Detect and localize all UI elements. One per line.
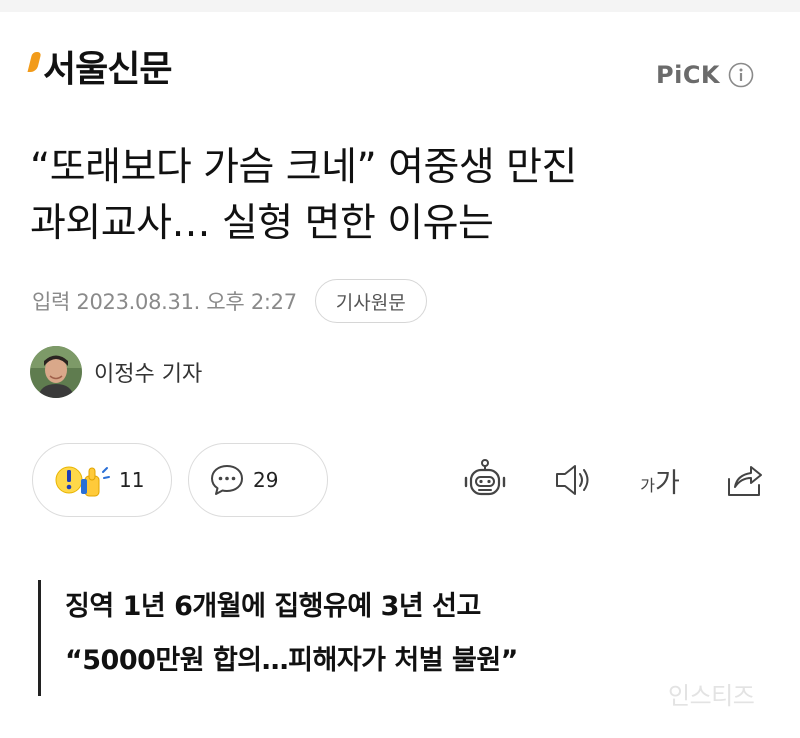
original-article-button[interactable]: 기사원문 xyxy=(314,279,427,323)
watermark: 인스티즈 xyxy=(668,682,755,710)
author-info[interactable]: 이정수 기자 xyxy=(30,346,202,398)
reaction-button[interactable]: 11 xyxy=(32,443,172,517)
header: 서울신문 PiCK xyxy=(0,40,800,110)
logo-mark-icon xyxy=(27,52,42,72)
sub-headline: 징역 1년 6개월에 집행유예 3년 선고 “5000만원 합의…피해자가 처벌… xyxy=(38,580,768,696)
tts-button[interactable] xyxy=(550,457,596,503)
article-meta: 입력 2023.08.31. 오후 2:27 기사원문 xyxy=(32,278,427,324)
pick-badge: PiCK xyxy=(656,60,754,90)
pick-label: PiCK xyxy=(656,61,721,89)
reaction-count: 11 xyxy=(119,468,145,492)
share-button[interactable] xyxy=(722,457,768,503)
reaction-icon xyxy=(55,466,110,497)
top-status-strip xyxy=(0,0,800,12)
robot-icon xyxy=(464,459,506,496)
publish-date: 입력 2023.08.31. 오후 2:27 xyxy=(32,290,297,314)
avatar xyxy=(30,346,82,398)
info-icon[interactable] xyxy=(728,62,754,88)
action-bar: 11 29 가 가 xyxy=(32,443,772,517)
logo-text: 서울신문 xyxy=(43,49,172,90)
font-size-small-label: 가 xyxy=(640,476,655,495)
comment-count: 29 xyxy=(253,468,279,492)
sub-headline-line-2: “5000만원 합의…피해자가 처벌 불원” xyxy=(65,645,518,676)
publisher-logo[interactable]: 서울신문 xyxy=(27,48,172,92)
share-icon xyxy=(728,466,762,496)
font-size-button[interactable]: 가 가 xyxy=(632,457,688,503)
author-name: 이정수 기자 xyxy=(94,362,203,387)
summary-button[interactable] xyxy=(462,457,508,503)
comment-icon xyxy=(211,465,243,495)
font-size-large-label: 가 xyxy=(654,467,680,499)
speaker-icon xyxy=(556,465,589,495)
article-headline: “또래보다 가슴 크네” 여중생 만진 과외교사… 실형 면한 이유는 xyxy=(30,140,790,252)
headline-line-2: 과외교사… 실형 면한 이유는 xyxy=(30,201,494,246)
headline-line-1: “또래보다 가슴 크네” 여중생 만진 xyxy=(30,145,577,190)
sub-headline-line-1: 징역 1년 6개월에 집행유예 3년 선고 xyxy=(65,591,481,622)
comment-button[interactable]: 29 xyxy=(188,443,328,517)
